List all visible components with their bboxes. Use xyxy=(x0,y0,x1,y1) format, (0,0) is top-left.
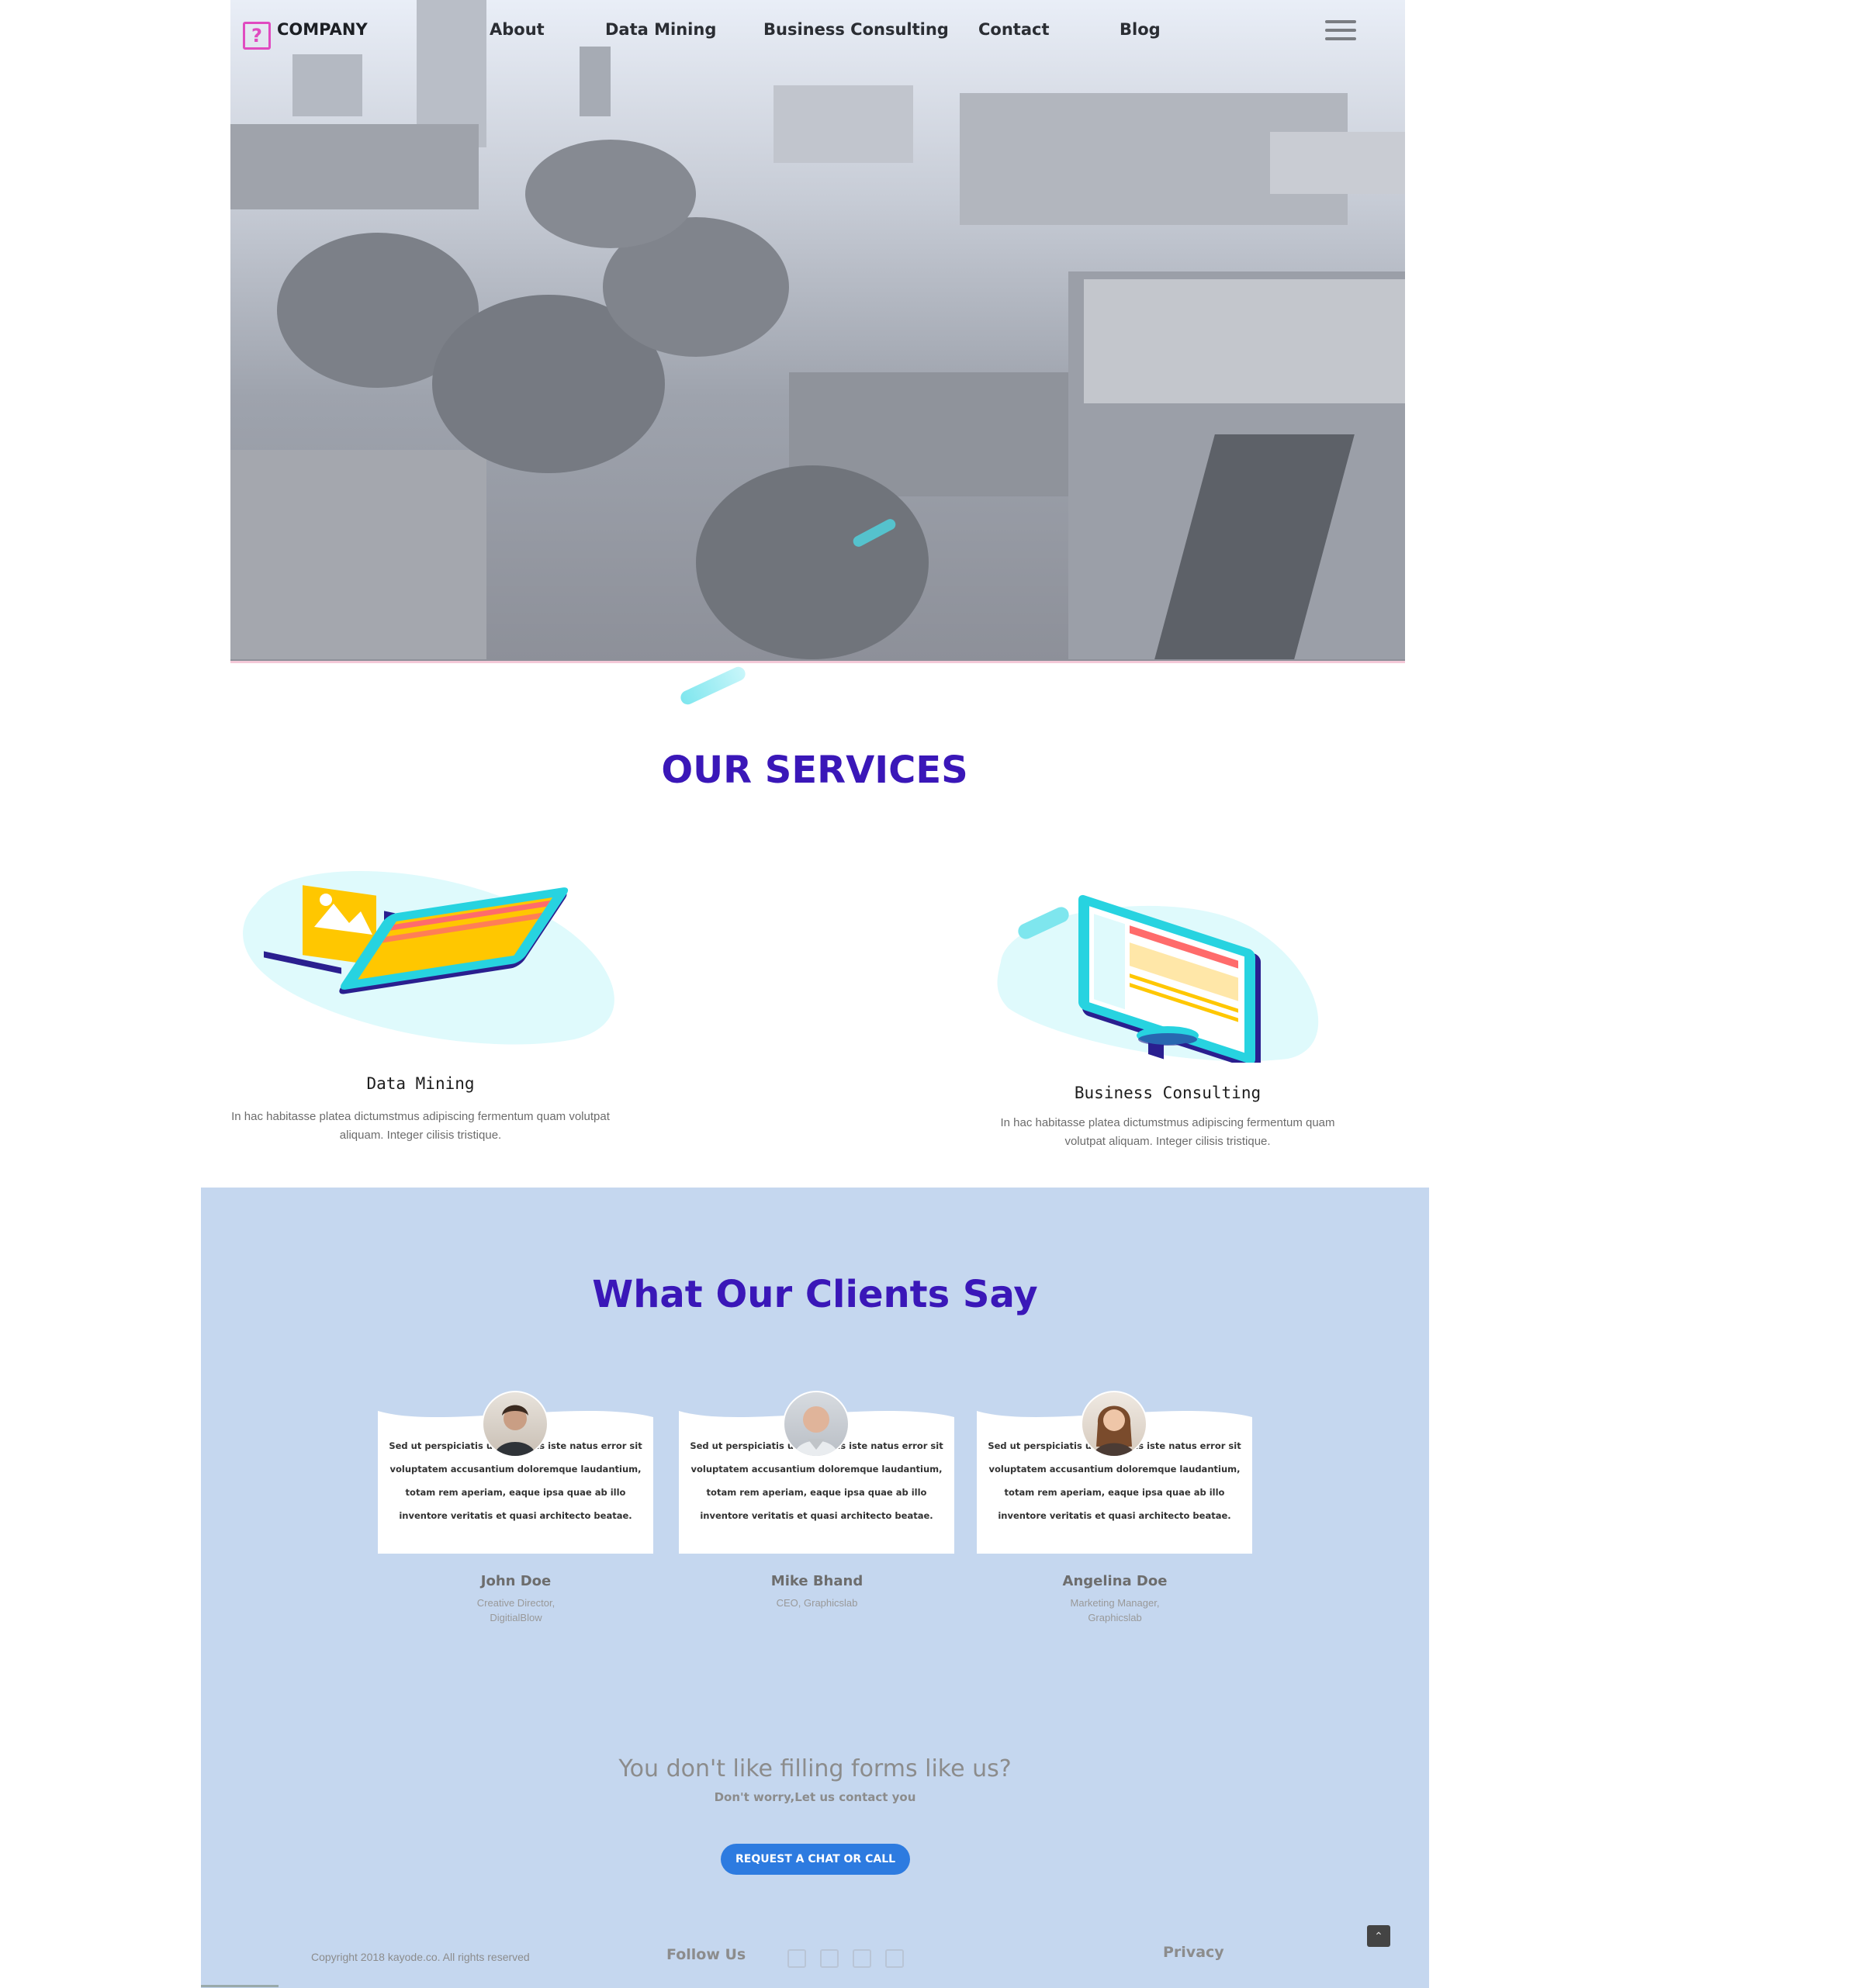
nav-blog[interactable]: Blog xyxy=(1120,20,1161,39)
clients-title: What Our Clients Say xyxy=(592,1273,1038,1316)
chevron-up-icon[interactable]: ⌃ xyxy=(1367,1925,1390,1947)
instagram-icon[interactable] xyxy=(885,1949,904,1968)
service-desc-business-consulting: In hac habitasse platea dictumstmus adip… xyxy=(1000,1116,1335,1148)
cta-subtitle: Don't worry,Let us contact you xyxy=(714,1790,916,1804)
client-role: Marketing Manager, Graphicslab xyxy=(1070,1597,1160,1623)
footer-divider xyxy=(201,1985,279,1987)
follow-us-label: Follow Us xyxy=(666,1946,746,1963)
nav-data-mining[interactable]: Data Mining xyxy=(605,20,716,39)
services-title: OUR SERVICES xyxy=(661,749,968,792)
service-name-data-mining: Data Mining xyxy=(366,1074,475,1093)
avatar xyxy=(482,1391,549,1457)
logo-icon[interactable]: ? xyxy=(243,22,271,50)
nav-business-consulting[interactable]: Business Consulting xyxy=(763,20,949,39)
facebook-icon[interactable] xyxy=(787,1949,806,1968)
client-name: John Doe xyxy=(480,1573,552,1589)
request-chat-button[interactable]: REQUEST A CHAT OR CALL xyxy=(721,1844,910,1875)
brand-name[interactable]: COMPANY xyxy=(277,20,368,39)
privacy-link[interactable]: Privacy xyxy=(1163,1944,1224,1961)
clients-section: What Our Clients Say Sed ut perspiciatis… xyxy=(201,1188,1429,1988)
copyright-text: Copyright 2018 kayode.co. All rights res… xyxy=(311,1951,530,1963)
nav-about[interactable]: About xyxy=(490,20,545,39)
service-desc-data-mining: In hac habitasse platea dictumstmus adip… xyxy=(231,1110,610,1142)
nav-contact[interactable]: Contact xyxy=(978,20,1050,39)
avatar xyxy=(783,1391,850,1457)
avatar xyxy=(1081,1391,1147,1457)
client-role: CEO, Graphicslab xyxy=(776,1597,858,1609)
twitter-icon[interactable] xyxy=(820,1949,839,1968)
linkedin-icon[interactable] xyxy=(853,1949,871,1968)
monitor-illustration xyxy=(997,894,1319,1063)
cta-title: You don't like filling forms like us? xyxy=(618,1755,1012,1782)
client-name: Mike Bhand xyxy=(770,1573,864,1589)
mobile-data-illustration xyxy=(243,870,614,1045)
hero-section: ? COMPANY About Data Mining Business Con… xyxy=(230,0,1405,663)
menu-icon[interactable] xyxy=(1325,20,1356,43)
client-name: Angelina Doe xyxy=(1062,1573,1168,1589)
client-role: Creative Director, DigitialBlow xyxy=(476,1597,555,1623)
service-name-business-consulting: Business Consulting xyxy=(1074,1084,1262,1102)
decorative-streak xyxy=(678,664,748,707)
